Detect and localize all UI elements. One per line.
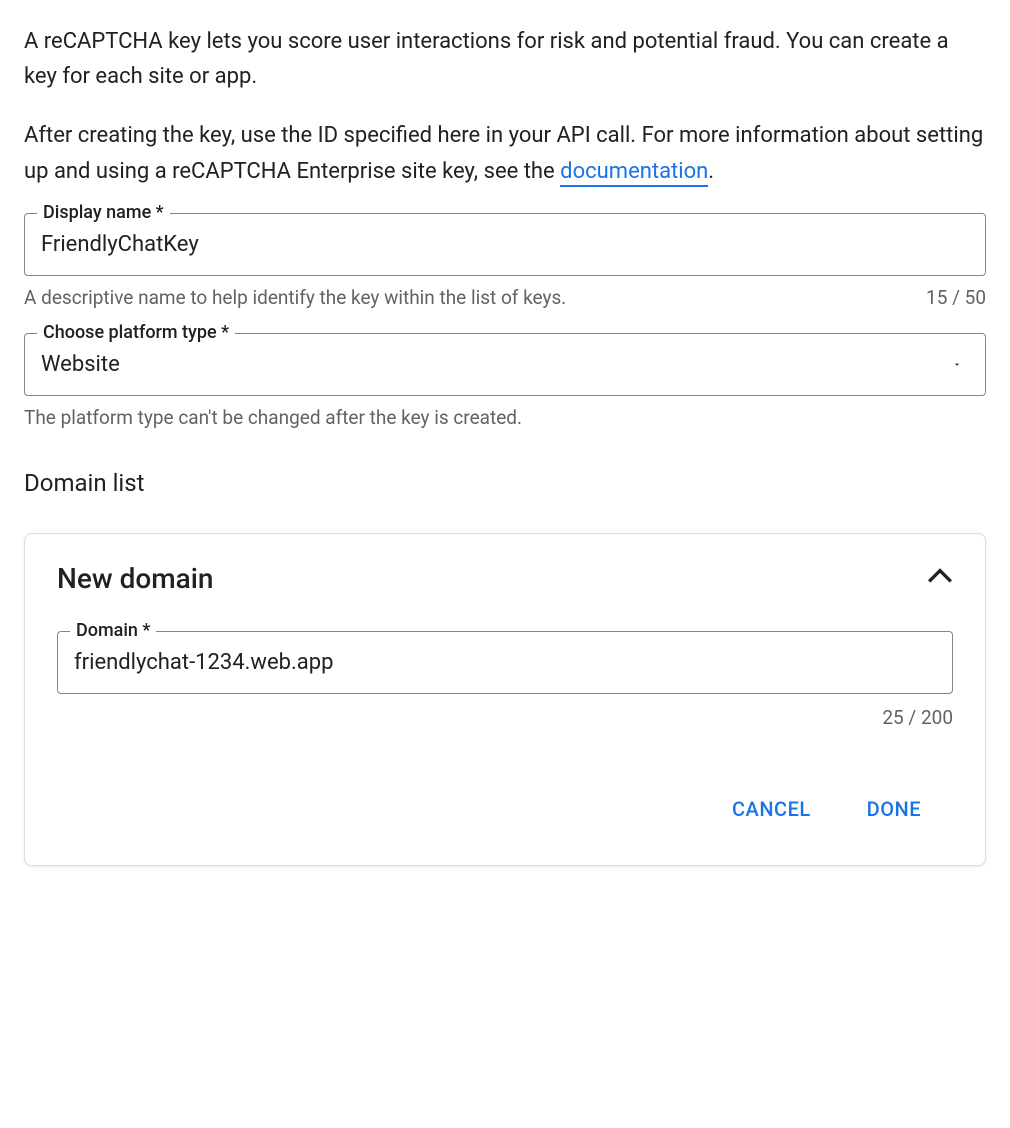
done-button[interactable]: DONE (863, 789, 925, 829)
intro-paragraph-2-after: . (708, 159, 714, 184)
intro-text-block: A reCAPTCHA key lets you score user inte… (24, 24, 986, 189)
button-row: CANCEL DONE (57, 789, 953, 829)
domain-label: Domain * (70, 620, 156, 641)
display-name-label: Display name * (37, 202, 170, 223)
cancel-button[interactable]: CANCEL (728, 789, 815, 829)
documentation-link[interactable]: documentation (560, 159, 708, 187)
platform-value: Website (25, 334, 985, 395)
domain-counter: 25 / 200 (882, 706, 953, 729)
display-name-field: Display name * (24, 213, 986, 276)
chevron-up-icon (927, 568, 953, 588)
intro-paragraph-1: A reCAPTCHA key lets you score user inte… (24, 24, 986, 94)
domain-counter-row: 25 / 200 (57, 706, 953, 729)
platform-helper: The platform type can't be changed after… (24, 406, 522, 429)
display-name-helper-row: A descriptive name to help identify the … (24, 286, 986, 309)
new-domain-card: New domain Domain * 25 / 200 CANCEL DONE (24, 533, 986, 866)
display-name-input[interactable] (25, 214, 985, 275)
platform-helper-row: The platform type can't be changed after… (24, 406, 986, 429)
intro-paragraph-2-before: After creating the key, use the ID speci… (24, 123, 983, 183)
display-name-field-wrapper: Display name * A descriptive name to hel… (24, 213, 986, 309)
platform-select[interactable]: Choose platform type * Website (24, 333, 986, 396)
display-name-counter: 15 / 50 (926, 286, 986, 309)
card-title: New domain (57, 562, 213, 595)
display-name-helper: A descriptive name to help identify the … (24, 286, 566, 309)
domain-field: Domain * (57, 631, 953, 694)
domain-field-wrapper: Domain * (57, 631, 953, 694)
domain-input[interactable] (58, 632, 952, 693)
intro-paragraph-2: After creating the key, use the ID speci… (24, 118, 986, 188)
platform-field-wrapper: Choose platform type * Website The platf… (24, 333, 986, 429)
platform-label: Choose platform type * (37, 322, 235, 343)
card-header[interactable]: New domain (57, 562, 953, 595)
domain-list-heading: Domain list (24, 469, 986, 497)
